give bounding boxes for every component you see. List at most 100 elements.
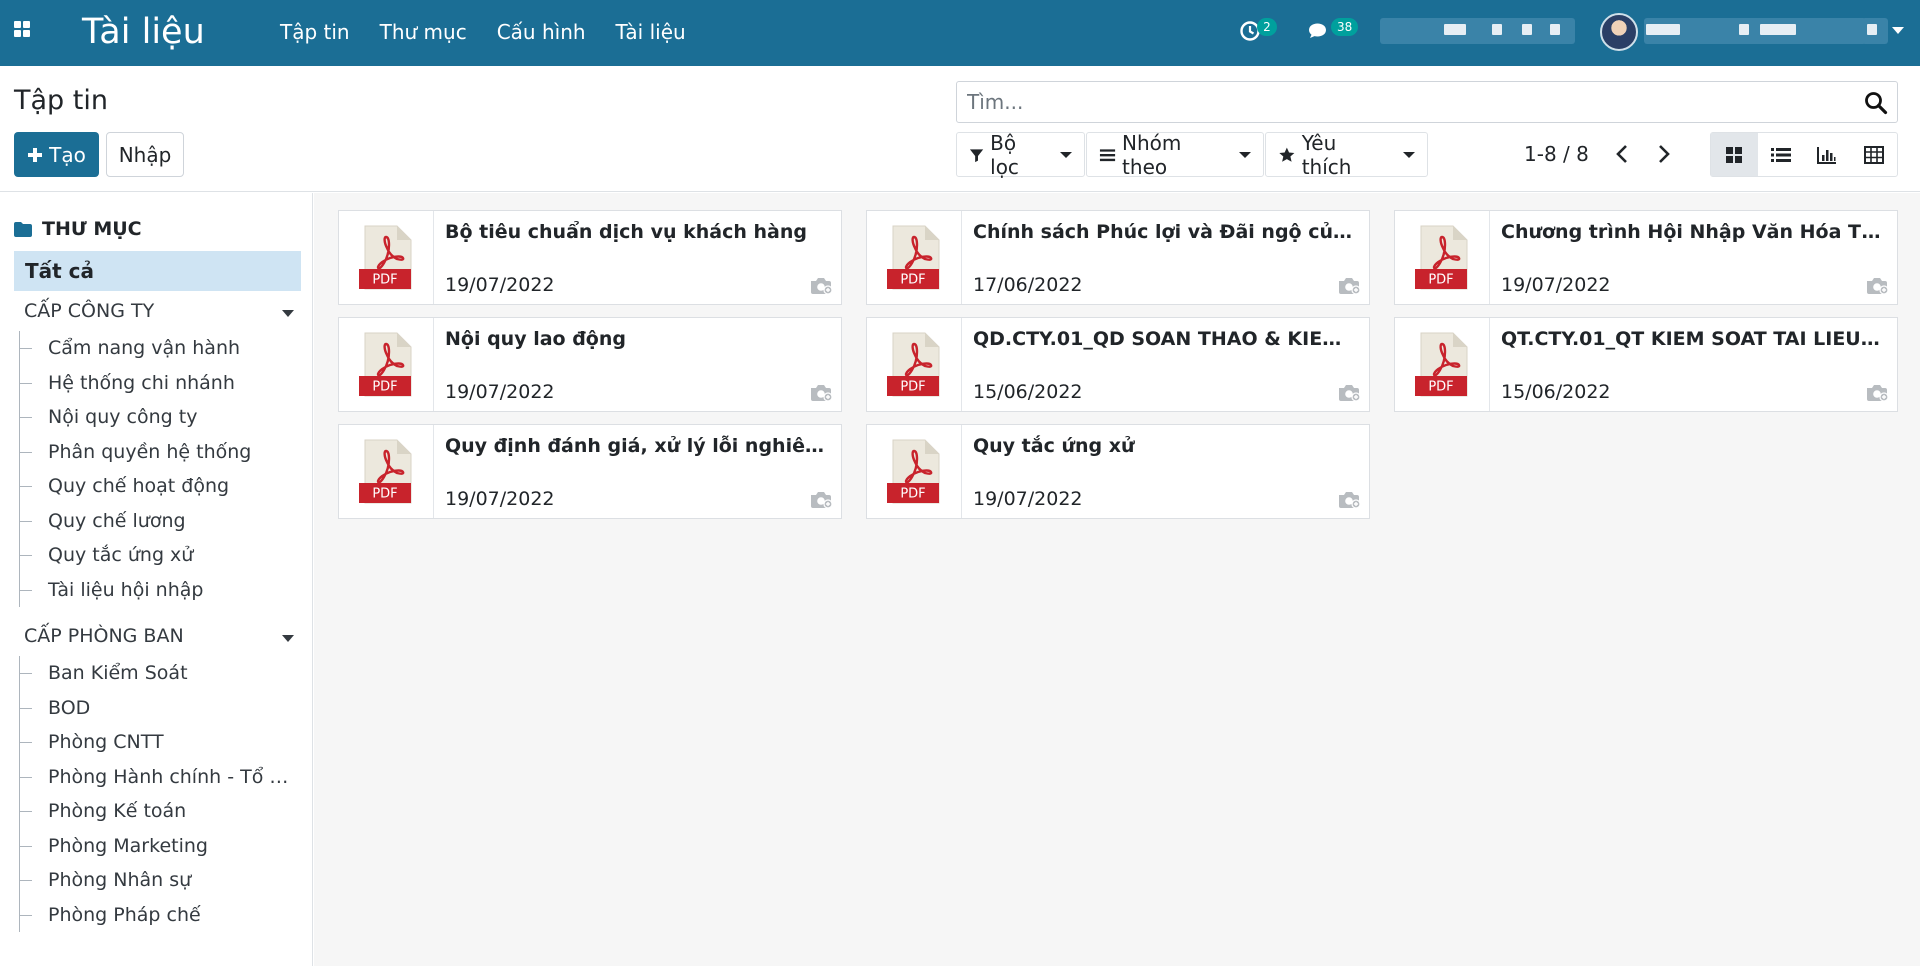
file-type-label: PDF (372, 380, 397, 395)
pager-value[interactable]: 1-8 / 8 (1524, 142, 1589, 166)
sidebar-item-folder[interactable]: Quy tắc ứng xử (20, 538, 295, 573)
list-view-button[interactable] (1758, 133, 1805, 176)
file-thumbnail[interactable]: PDF (867, 425, 962, 518)
kanban-view-button[interactable] (1711, 133, 1758, 176)
company-folder-tree: Cẩm nang vận hành Hệ thống chi nhánh Nội… (19, 331, 295, 607)
file-card[interactable]: PDF Quy định đánh giá, xử lý lỗi nghiê… … (338, 424, 842, 519)
user-avatar[interactable] (1600, 13, 1638, 51)
file-name[interactable]: Chính sách Phúc lợi và Đãi ngộ của… (973, 221, 1353, 243)
chevron-down-icon[interactable] (1892, 27, 1904, 35)
sidebar-item-folder[interactable]: Phòng Nhân sự (20, 863, 295, 898)
groupby-dropdown[interactable]: Nhóm theo (1086, 130, 1264, 179)
sidebar-item-all[interactable]: Tất cả (14, 251, 301, 291)
file-card[interactable]: PDF Nội quy lao động 19/07/2022 (338, 317, 842, 412)
add-thumbnail-camera-icon[interactable] (1337, 382, 1361, 402)
sidebar-item-folder[interactable]: Cẩm nang vận hành (20, 331, 295, 366)
add-thumbnail-camera-icon[interactable] (809, 275, 833, 295)
add-thumbnail-camera-icon[interactable] (1865, 382, 1889, 402)
sidebar-item-folder[interactable]: Ban Kiểm Soát (20, 656, 295, 691)
folder-icon (14, 221, 32, 237)
pivot-view-button[interactable] (1851, 133, 1898, 176)
control-panel: Tập tin Tạo Nhập Bộ lọc Nhóm theo Yêu th… (0, 66, 1920, 192)
file-name[interactable]: QT.CTY.01_QT KIEM SOAT TAI LIEU… (1501, 328, 1881, 350)
favorites-dropdown[interactable]: Yêu thích (1265, 131, 1428, 179)
groupby-label: Nhóm theo (1122, 130, 1182, 179)
add-thumbnail-camera-icon[interactable] (1337, 489, 1361, 509)
sidebar-item-folder[interactable]: Hệ thống chi nhánh (20, 366, 295, 401)
file-name[interactable]: QD.CTY.01_QD SOAN THAO & KIEM… (973, 328, 1353, 350)
category-department-level[interactable]: CẤP PHÒNG BAN (24, 625, 184, 647)
import-button[interactable]: Nhập (106, 132, 184, 177)
sidebar-item-folder[interactable]: Quy chế lương (20, 504, 295, 539)
file-type-label: PDF (372, 273, 397, 288)
pdf-file-icon: PDF (359, 439, 412, 504)
file-card[interactable]: PDF QD.CTY.01_QD SOAN THAO & KIEM… 15/06… (866, 317, 1370, 412)
star-icon (1279, 147, 1295, 162)
menu-folders[interactable]: Thư mục (380, 20, 467, 44)
caret-down-icon (1060, 151, 1072, 158)
view-switcher (1710, 132, 1898, 177)
file-date: 19/07/2022 (973, 488, 1083, 510)
company-switcher-redacted[interactable] (1380, 18, 1575, 44)
filters-dropdown[interactable]: Bộ lọc (956, 131, 1085, 179)
pager-previous-icon[interactable] (1611, 142, 1635, 166)
user-name-redacted[interactable] (1644, 18, 1866, 44)
file-name[interactable]: Quy định đánh giá, xử lý lỗi nghiê… (445, 435, 825, 457)
messages-chat-icon[interactable] (1306, 19, 1330, 43)
search-icon[interactable] (1863, 90, 1889, 116)
category-company-level[interactable]: CẤP CÔNG TY (24, 300, 154, 322)
file-thumbnail[interactable]: PDF (339, 425, 434, 518)
sidebar-item-folder[interactable]: Nội quy công ty (20, 400, 295, 435)
file-name[interactable]: Bộ tiêu chuẩn dịch vụ khách hàng (445, 221, 825, 243)
caret-down-icon[interactable] (282, 635, 294, 642)
user-menu-redacted[interactable] (1862, 18, 1888, 44)
sidebar-item-folder[interactable]: Quy chế hoạt động (20, 469, 295, 504)
kanban-grid-icon (1726, 146, 1743, 163)
file-thumbnail[interactable]: PDF (867, 318, 962, 411)
app-title[interactable]: Tài liệu (82, 10, 205, 54)
file-thumbnail[interactable]: PDF (339, 318, 434, 411)
file-thumbnail[interactable]: PDF (867, 211, 962, 304)
file-name[interactable]: Quy tắc ứng xử (973, 435, 1353, 457)
file-card[interactable]: PDF Chương trình Hội Nhập Văn Hóa TTV 19… (1394, 210, 1898, 305)
file-name[interactable]: Chương trình Hội Nhập Văn Hóa TTV (1501, 221, 1881, 243)
sidebar-item-folder[interactable]: Phân quyền hệ thống (20, 435, 295, 470)
file-card[interactable]: PDF Chính sách Phúc lợi và Đãi ngộ của… … (866, 210, 1370, 305)
apps-menu-icon[interactable] (14, 21, 36, 43)
sidebar-item-folder[interactable]: Phòng Pháp chế (20, 898, 295, 933)
file-date: 19/07/2022 (445, 488, 555, 510)
create-button[interactable]: Tạo (14, 132, 99, 177)
menu-configuration[interactable]: Cấu hình (497, 20, 586, 44)
sidebar-item-folder[interactable]: Phòng Kế toán (20, 794, 295, 829)
file-name[interactable]: Nội quy lao động (445, 328, 825, 350)
pager-next-icon[interactable] (1651, 142, 1675, 166)
sidebar-item-folder[interactable]: Tài liệu hội nhập (20, 573, 295, 608)
add-thumbnail-camera-icon[interactable] (1865, 275, 1889, 295)
file-card[interactable]: PDF Bộ tiêu chuẩn dịch vụ khách hàng 19/… (338, 210, 842, 305)
file-card[interactable]: PDF Quy tắc ứng xử 19/07/2022 (866, 424, 1370, 519)
breadcrumb-title: Tập tin (14, 85, 108, 116)
graph-view-button[interactable] (1804, 133, 1851, 176)
pdf-file-icon: PDF (359, 332, 412, 397)
sidebar-item-folder[interactable]: Phòng Hành chính - Tổ chức (20, 760, 295, 795)
add-thumbnail-camera-icon[interactable] (809, 382, 833, 402)
caret-down-icon (1239, 151, 1251, 158)
file-thumbnail[interactable]: PDF (339, 211, 434, 304)
file-thumbnail[interactable]: PDF (1395, 211, 1490, 304)
file-date: 15/06/2022 (1501, 381, 1611, 403)
sidebar-item-folder[interactable]: Phòng CNTT (20, 725, 295, 760)
bar-chart-icon (1817, 146, 1837, 164)
sidebar-item-folder[interactable]: BOD (20, 691, 295, 726)
add-thumbnail-camera-icon[interactable] (1337, 275, 1361, 295)
file-card[interactable]: PDF QT.CTY.01_QT KIEM SOAT TAI LIEU… 15/… (1394, 317, 1898, 412)
menu-files[interactable]: Tập tin (280, 20, 350, 44)
create-button-label: Tạo (49, 142, 86, 167)
add-thumbnail-camera-icon[interactable] (809, 489, 833, 509)
menu-documents[interactable]: Tài liệu (616, 20, 686, 44)
file-type-label: PDF (372, 487, 397, 502)
sidebar-item-folder[interactable]: Phòng Marketing (20, 829, 295, 864)
caret-down-icon[interactable] (282, 310, 294, 317)
folders-heading: THƯ MỤC (14, 218, 142, 240)
file-thumbnail[interactable]: PDF (1395, 318, 1490, 411)
search-input[interactable] (957, 82, 1837, 122)
